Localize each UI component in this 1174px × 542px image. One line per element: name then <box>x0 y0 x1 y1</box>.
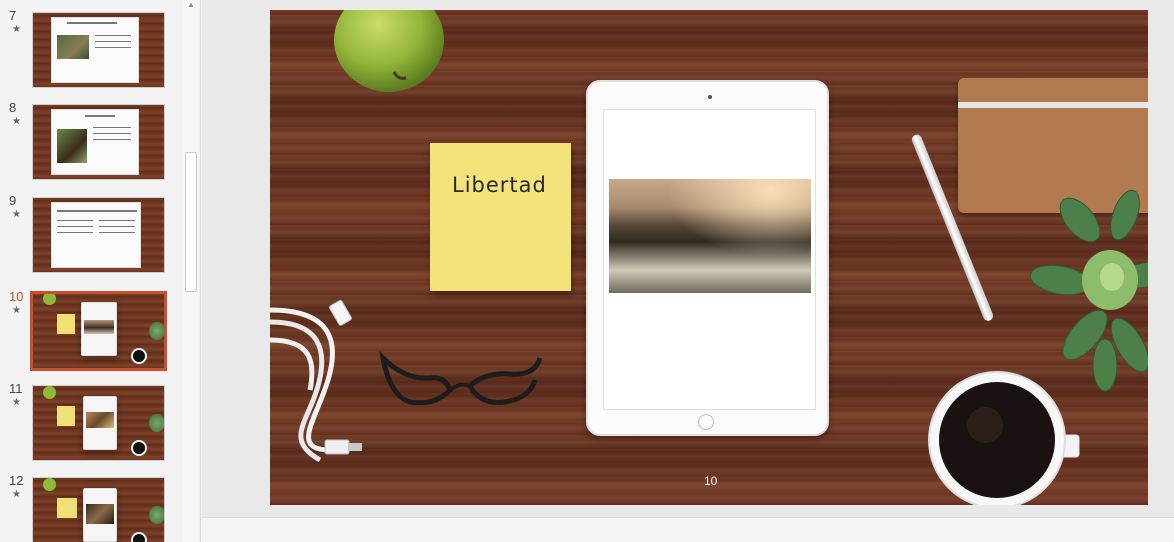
slide-thumbnail-9[interactable] <box>32 197 165 273</box>
thumb-photo <box>57 129 87 163</box>
animation-star-icon: ★ <box>12 209 21 220</box>
thumb-text-line <box>95 41 131 42</box>
thumb-plant <box>149 414 164 432</box>
thumb-text-line <box>99 232 135 233</box>
slide-number-label: 11 <box>9 381 23 396</box>
thumb-text-line <box>99 220 135 221</box>
thumb-text-line <box>99 226 135 227</box>
coffee-cup-image <box>928 371 1080 505</box>
slide-canvas[interactable]: Libertad 10 <box>270 10 1148 505</box>
thumb-text-line <box>93 127 131 128</box>
animation-star-icon: ★ <box>12 24 21 35</box>
slide-number-label: 12 <box>9 473 24 488</box>
slide-number-label: 8 <box>9 100 17 115</box>
thumbnail-row[interactable]: 7 ★ <box>0 8 180 88</box>
thumb-text-line <box>93 133 131 134</box>
slide-thumbnail-12[interactable] <box>32 477 165 542</box>
thumb-text-line <box>57 220 93 221</box>
thumb-text-line <box>67 22 117 24</box>
thumb-cup <box>131 440 147 456</box>
thumbnail-row[interactable]: 9 ★ <box>0 193 180 273</box>
slide-page-number: 10 <box>704 474 718 488</box>
tablet-screen <box>603 109 816 410</box>
thumb-photo <box>86 504 114 524</box>
slide-number-label: 9 <box>9 193 17 208</box>
thumb-sticky-note <box>57 314 75 334</box>
apple-image <box>334 10 444 92</box>
powerpoint-window: 7 ★ 8 ★ 9 ★ 10 ★ 11 ★ 12 ★ ▲ Libertad 10 <box>0 0 1174 542</box>
thumbnail-row[interactable]: 12 ★ <box>0 473 180 542</box>
thumbnail-row[interactable]: 8 ★ <box>0 100 180 180</box>
thumb-plant <box>149 322 164 340</box>
thumb-text-line <box>95 47 131 48</box>
thumb-sticky-note <box>57 498 77 518</box>
thumb-plant <box>149 506 164 524</box>
thumb-apple <box>43 386 56 399</box>
slide-thumbnail-7[interactable] <box>32 12 165 88</box>
glasses-image <box>379 350 543 406</box>
home-button-icon <box>698 414 714 430</box>
slide-thumbnail-10[interactable] <box>30 291 167 371</box>
slide-number-label: 7 <box>9 8 17 23</box>
animation-star-icon: ★ <box>12 489 21 500</box>
thumbnail-row-active[interactable]: 10 ★ <box>0 289 180 371</box>
notebook-band <box>958 102 1148 108</box>
thumb-text-line <box>57 226 93 227</box>
slide-number-label: 10 <box>9 289 24 304</box>
animation-star-icon: ★ <box>12 397 21 408</box>
notes-divider[interactable] <box>202 517 1174 542</box>
usb-cable-image <box>270 300 362 463</box>
animation-star-icon: ★ <box>12 116 21 127</box>
thumb-text-line <box>93 139 131 140</box>
thumb-sticky-note <box>57 406 75 426</box>
slide-editor: Libertad 10 <box>202 0 1174 542</box>
slide-thumbnail-11[interactable] <box>32 385 165 461</box>
succulent-plant-image <box>1030 189 1148 392</box>
thumb-photo <box>57 35 89 59</box>
animation-star-icon: ★ <box>12 305 21 316</box>
slide-thumbnail-8[interactable] <box>32 104 165 180</box>
tablet-image <box>586 80 829 436</box>
thumb-apple <box>43 294 56 305</box>
scroll-up-arrow-icon[interactable]: ▲ <box>186 0 196 12</box>
thumb-text-line <box>57 210 137 212</box>
thumb-apple <box>43 478 56 491</box>
sticky-note[interactable]: Libertad <box>430 143 571 291</box>
scrollbar-thumb[interactable] <box>185 152 197 292</box>
thumb-text-line <box>95 35 131 36</box>
thumb-text-line <box>57 232 93 233</box>
slide-thumbnail-pane: 7 ★ 8 ★ 9 ★ 10 ★ 11 ★ 12 ★ ▲ <box>0 0 201 542</box>
thumb-cup <box>131 348 147 364</box>
thumb-text-line <box>85 115 115 117</box>
thumbnail-row[interactable]: 11 ★ <box>0 381 180 461</box>
camera-icon <box>708 95 712 99</box>
thumb-cup <box>131 532 147 542</box>
thumb-photo <box>86 412 114 428</box>
thumb-photo <box>84 320 114 334</box>
field-sunset-photo[interactable] <box>609 179 811 293</box>
sticky-note-text[interactable]: Libertad <box>452 173 547 197</box>
